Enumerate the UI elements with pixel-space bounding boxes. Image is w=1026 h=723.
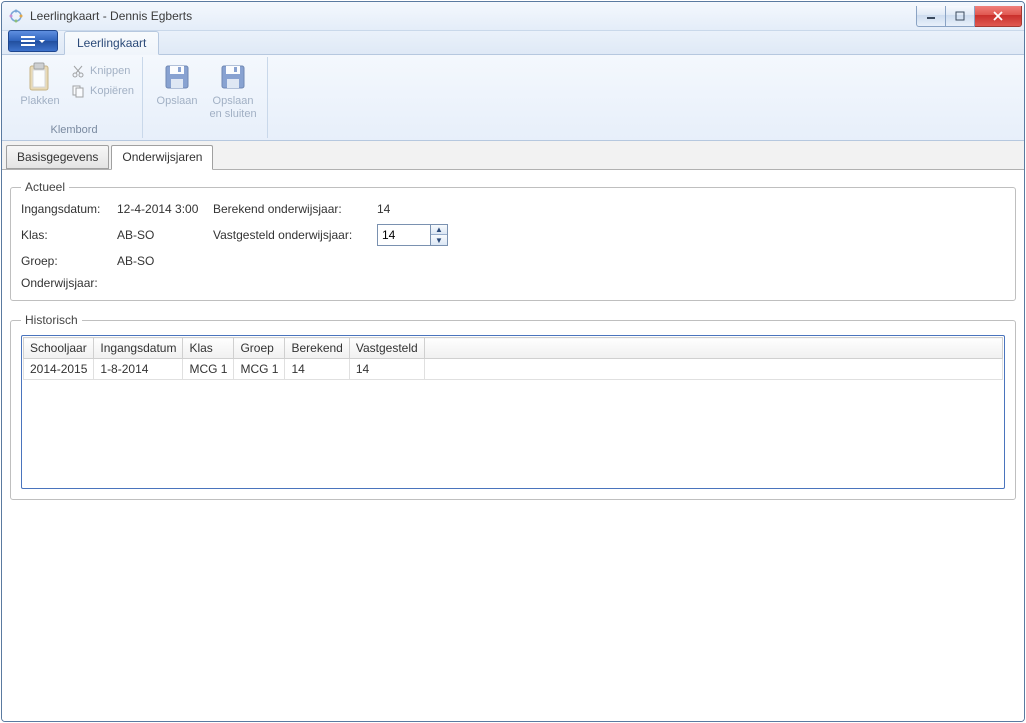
app-window: Leerlingkaart - Dennis Egberts: [1, 1, 1025, 722]
cut-button[interactable]: Knippen: [68, 61, 136, 81]
th-schooljaar[interactable]: Schooljaar: [24, 338, 94, 359]
table-header-row: Schooljaar Ingangsdatum Klas Groep Berek…: [24, 338, 1003, 359]
tab-basisgegevens[interactable]: Basisgegevens: [6, 145, 109, 169]
legend-historisch: Historisch: [21, 313, 82, 327]
clipboard-icon: [24, 61, 56, 93]
value-ingangsdatum: 12-4-2014 3:00: [117, 202, 213, 216]
window-buttons: [916, 6, 1022, 26]
label-berekend-onderwijsjaar: Berekend onderwijsjaar:: [213, 202, 377, 216]
cell-schooljaar: 2014-2015: [24, 359, 94, 380]
maximize-button[interactable]: [946, 6, 975, 27]
value-klas: AB-SO: [117, 228, 213, 242]
ribbon-app-menu-button[interactable]: [8, 30, 58, 52]
historisch-table: Schooljaar Ingangsdatum Klas Groep Berek…: [23, 337, 1003, 380]
th-fill: [424, 338, 1002, 359]
save-button[interactable]: Opslaan: [149, 59, 205, 136]
ribbon-header: Leerlingkaart: [2, 31, 1024, 55]
ribbon-body: Plakken Knippen: [2, 55, 1024, 141]
paste-button[interactable]: Plakken: [12, 59, 68, 124]
save-icon: [161, 61, 193, 93]
table-row[interactable]: 2014-2015 1-8-2014 MCG 1 MCG 1 14 14: [24, 359, 1003, 380]
th-klas[interactable]: Klas: [183, 338, 234, 359]
save-label: Opslaan: [157, 95, 198, 108]
ribbon-group-save: Opslaan Opslaan en sluiten: [143, 57, 268, 138]
ribbon-group-label-klembord: Klembord: [12, 124, 136, 138]
titlebar: Leerlingkaart - Dennis Egberts: [2, 2, 1024, 31]
value-groep: AB-SO: [117, 254, 213, 268]
cut-label: Knippen: [90, 65, 130, 77]
copy-button[interactable]: Kopiëren: [68, 81, 136, 101]
ribbon-tab-leerlingkaart[interactable]: Leerlingkaart: [64, 31, 159, 55]
subtab-bar: Basisgegevens Onderwijsjaren: [2, 141, 1024, 170]
label-onderwijsjaar: Onderwijsjaar:: [21, 276, 117, 290]
save-and-close-button[interactable]: Opslaan en sluiten: [205, 59, 261, 136]
legend-actueel: Actueel: [21, 180, 69, 194]
close-button[interactable]: [975, 6, 1022, 27]
window-title: Leerlingkaart - Dennis Egberts: [30, 9, 916, 23]
th-berekend[interactable]: Berekend: [285, 338, 349, 359]
value-berekend-onderwijsjaar: 14: [377, 202, 390, 216]
cell-groep: MCG 1: [234, 359, 285, 380]
save-close-icon: [217, 61, 249, 93]
spinner-up-button[interactable]: ▲: [431, 225, 447, 235]
cell-vastgesteld: 14: [349, 359, 424, 380]
vastgesteld-onderwijsjaar-input[interactable]: [377, 224, 430, 246]
th-groep[interactable]: Groep: [234, 338, 285, 359]
fieldset-actueel: Actueel Ingangsdatum: 12-4-2014 3:00 Ber…: [10, 180, 1016, 301]
minimize-button[interactable]: [916, 6, 946, 27]
content-area: Actueel Ingangsdatum: 12-4-2014 3:00 Ber…: [2, 170, 1024, 721]
cell-berekend: 14: [285, 359, 349, 380]
copy-label: Kopiëren: [90, 85, 134, 97]
cell-ingangsdatum: 1-8-2014: [94, 359, 183, 380]
tab-onderwijsjaren[interactable]: Onderwijsjaren: [111, 145, 213, 170]
label-klas: Klas:: [21, 228, 117, 242]
cell-klas: MCG 1: [183, 359, 234, 380]
save-close-label: Opslaan en sluiten: [205, 95, 261, 121]
label-vastgesteld-onderwijsjaar: Vastgesteld onderwijsjaar:: [213, 228, 377, 242]
th-vastgesteld[interactable]: Vastgesteld: [349, 338, 424, 359]
app-icon: [8, 8, 24, 24]
label-groep: Groep:: [21, 254, 117, 268]
historisch-grid[interactable]: Schooljaar Ingangsdatum Klas Groep Berek…: [21, 335, 1005, 489]
ribbon-group-label-save: [149, 136, 261, 138]
fieldset-historisch: Historisch Schooljaar Ingangsdatum Klas …: [10, 313, 1016, 500]
scissors-icon: [70, 63, 86, 79]
label-ingangsdatum: Ingangsdatum:: [21, 202, 117, 216]
vastgesteld-onderwijsjaar-spinner[interactable]: ▲ ▼: [377, 224, 448, 246]
cell-fill: [424, 359, 1002, 380]
th-ingangsdatum[interactable]: Ingangsdatum: [94, 338, 183, 359]
copy-icon: [70, 83, 86, 99]
spinner-down-button[interactable]: ▼: [431, 235, 447, 245]
ribbon-group-klembord: Plakken Knippen: [6, 57, 143, 138]
paste-label: Plakken: [20, 95, 59, 108]
